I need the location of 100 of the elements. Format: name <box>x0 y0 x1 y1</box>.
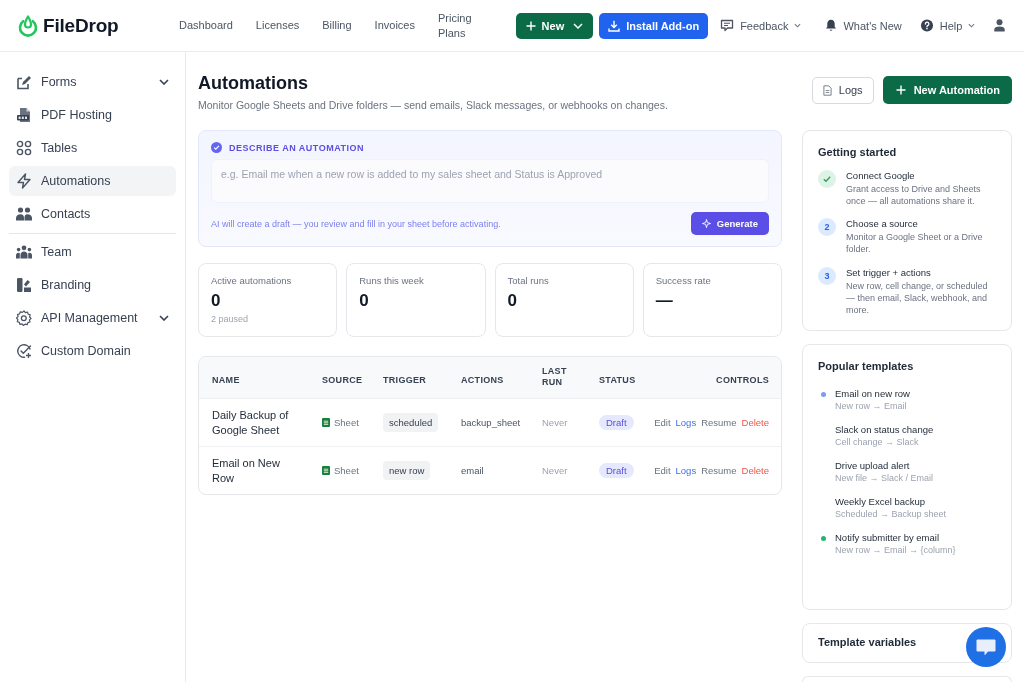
column-header: STATUS <box>599 374 636 387</box>
sidebar-item[interactable]: Team <box>9 237 176 267</box>
grid-icon <box>16 140 32 156</box>
logo-icon <box>18 14 38 37</box>
column-header: TRIGGER <box>383 374 427 387</box>
stat-label: Active automations <box>211 275 292 286</box>
sidebar-item[interactable]: API Management <box>9 303 176 333</box>
column-header: NAME <box>212 374 240 387</box>
table-cell: email <box>461 465 484 476</box>
feedback-button[interactable]: Feedback <box>720 17 802 34</box>
sidebar-item[interactable]: PDF Hosting <box>9 100 176 130</box>
sidebar-item[interactable]: Automations <box>9 166 176 196</box>
template-title[interactable]: Slack on status change <box>835 424 934 435</box>
template-title[interactable]: Email on new row <box>835 388 910 399</box>
template-subtitle: New row → Email <box>835 401 908 411</box>
trigger-tag: scheduled <box>383 413 439 432</box>
step-title: Choose a source <box>846 218 919 230</box>
row-action-link[interactable]: Resume <box>701 417 737 428</box>
column-header: ACTIONS <box>461 374 504 387</box>
step-title: Connect Google <box>846 170 916 181</box>
nav-link[interactable]: Pricing Plans <box>437 10 472 41</box>
page-subtitle: Monitor Google Sheets and Drive folders — send emails, Slack messages, or webhooks on changes. <box>198 99 668 111</box>
template-title[interactable]: Drive upload alert <box>835 460 934 471</box>
caret-icon <box>794 23 802 28</box>
help-button[interactable]: Help <box>919 17 976 34</box>
ai-hint: AI will create a draft — you review and fill in your sheet before activating. <box>211 218 501 229</box>
nav-link[interactable]: Dashboard <box>179 18 233 33</box>
brand-name: FileDrop <box>43 14 119 37</box>
nav-link[interactable]: Billing <box>322 18 352 33</box>
message-icon <box>720 19 735 32</box>
row-action-link[interactable]: Logs <box>675 417 697 428</box>
sidebar-item[interactable]: Custom Domain <box>9 336 176 366</box>
row-action-link[interactable]: Edit <box>654 465 671 476</box>
automation-name: Daily Backup of Google Sheet <box>212 407 290 438</box>
template-title[interactable]: Weekly Excel backup <box>835 496 947 507</box>
check-circle-icon <box>211 142 222 153</box>
sidebar-item[interactable]: Branding <box>9 270 176 300</box>
group-icon <box>16 244 32 260</box>
file-icon <box>16 107 32 123</box>
sheet-icon <box>322 418 330 427</box>
table-cell: Sheet <box>334 417 359 428</box>
trigger-tag: new row <box>383 461 431 480</box>
help-icon <box>919 19 934 32</box>
step-description: New row, cell change, or scheduled — then email, Slack, webhook, and more. <box>846 279 989 316</box>
stat-label: Total runs <box>507 275 549 286</box>
status-badge: Draft <box>599 463 634 478</box>
badge-check-icon <box>16 343 32 359</box>
bell-icon <box>825 19 838 32</box>
sparkle-icon <box>701 219 711 228</box>
description-field[interactable]: e.g. Email me when a new row is added to my sales sheet and Status is Approved <box>211 159 769 203</box>
sidebar-item[interactable]: Tables <box>9 133 176 163</box>
row-action-link[interactable]: Edit <box>654 417 671 428</box>
stat-value: — <box>655 291 673 311</box>
row-action-link[interactable]: Delete <box>741 465 769 476</box>
nav-link[interactable]: Invoices <box>374 18 415 33</box>
stat-value: 0 <box>507 291 517 311</box>
status-badge: Draft <box>599 415 634 430</box>
people-icon <box>16 206 32 222</box>
column-header: SOURCE <box>322 374 363 387</box>
card-title: Popular templates <box>818 360 915 372</box>
step-number: 2 <box>818 218 836 237</box>
plus-icon <box>525 20 536 31</box>
stat-value: 0 <box>211 291 221 311</box>
logs-button[interactable]: Logs <box>811 76 874 104</box>
whats-new-button[interactable]: What's New <box>825 17 902 34</box>
plus-icon <box>895 85 906 95</box>
template-subtitle: Cell change → Slack <box>835 437 920 447</box>
install-button[interactable]: Install Add-on <box>599 12 709 39</box>
settings-icon <box>16 310 32 326</box>
chat-icon[interactable] <box>966 627 1006 667</box>
card-title: Getting started <box>818 146 898 158</box>
template-subtitle: New file → Slack / Email <box>835 473 934 483</box>
document-icon <box>822 84 832 96</box>
new-automation-button[interactable]: New Automation <box>882 76 1012 104</box>
row-action-link[interactable]: Resume <box>701 465 737 476</box>
row-action-link[interactable]: Logs <box>675 465 697 476</box>
generate-button[interactable]: Generate <box>690 212 769 235</box>
table-cell: Never <box>542 417 568 428</box>
sidebar-item[interactable]: Forms <box>9 67 176 97</box>
automation-name: Email on New Row <box>212 455 281 486</box>
stat-value: 0 <box>359 291 369 311</box>
template-subtitle: Scheduled → Backup sheet <box>835 509 947 519</box>
step-title: Set trigger + actions <box>846 266 932 278</box>
step-description: Grant access to Drive and Sheets once — all automations share it. <box>846 183 982 208</box>
caret-icon <box>968 23 976 28</box>
nav-link[interactable]: Licenses <box>255 18 300 33</box>
caret-icon <box>573 22 584 29</box>
ai-heading: DESCRIBE AN AUTOMATION <box>229 142 364 153</box>
brush-icon <box>16 277 32 293</box>
column-header: LAST RUN <box>542 365 567 390</box>
lightning-icon <box>16 173 32 189</box>
row-action-link[interactable]: Delete <box>741 417 769 428</box>
download-icon <box>608 19 621 32</box>
template-title[interactable]: Notify submitter by email <box>835 532 956 543</box>
user-icon[interactable] <box>994 19 1005 32</box>
sidebar-item[interactable]: Contacts <box>9 199 176 229</box>
step-number: 3 <box>818 266 836 285</box>
new-button[interactable]: New <box>515 12 594 39</box>
page-title: Automations <box>198 73 309 94</box>
step-description: Monitor a Google Sheet or a Drive folder. <box>846 231 984 256</box>
